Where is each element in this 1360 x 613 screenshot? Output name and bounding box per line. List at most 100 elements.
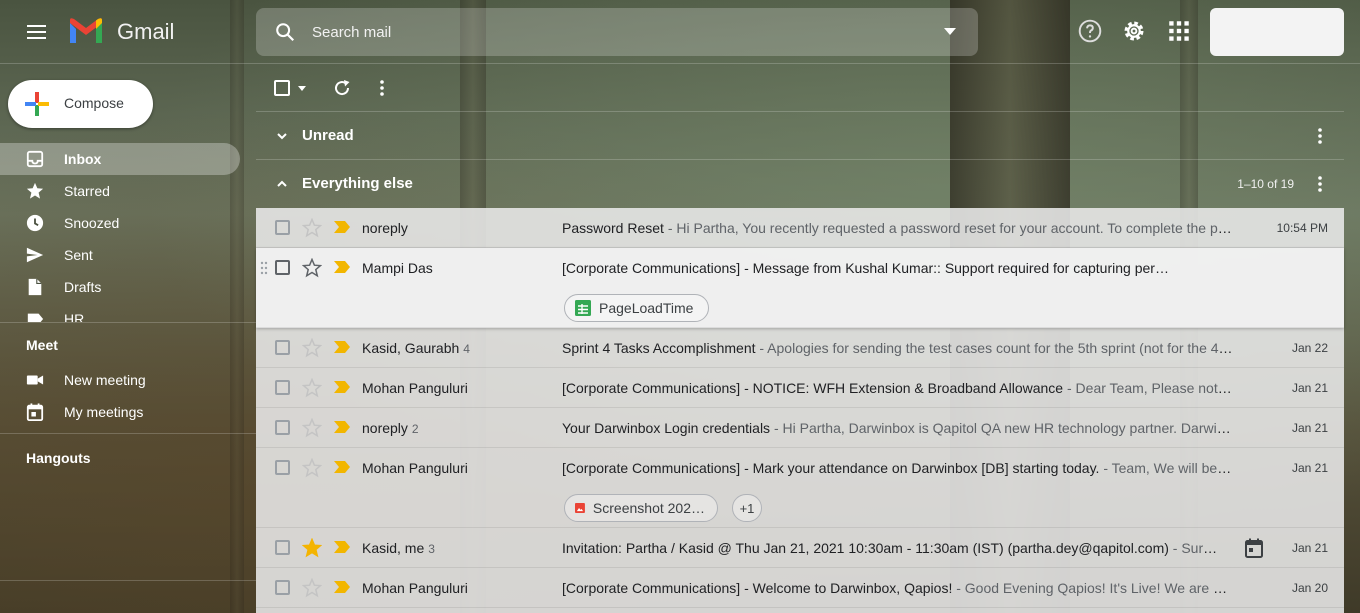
attachment-chip[interactable]: Screenshot 202… — [564, 494, 718, 522]
importance-marker-icon[interactable] — [334, 341, 350, 353]
select-options-chevron-icon[interactable] — [298, 86, 306, 91]
thread-count: 2 — [411, 422, 419, 436]
chevron-down-icon[interactable] — [276, 130, 288, 142]
select-all-checkbox[interactable] — [274, 80, 290, 96]
more-attachments-chip[interactable]: +1 — [732, 494, 762, 522]
email-content: [Corporate Communications] - NOTICE: WFH… — [562, 380, 1234, 396]
search-bar[interactable] — [256, 8, 978, 56]
importance-marker-icon[interactable] — [334, 261, 350, 273]
email-content: Password Reset - Hi Partha, You recently… — [562, 220, 1234, 236]
everything-else-section-header[interactable]: Everything else 1–10 of 19 — [256, 160, 1344, 208]
email-snippet: - Sure, see you then — [1172, 540, 1222, 556]
row-checkbox[interactable] — [275, 460, 290, 475]
star-outline-icon[interactable] — [302, 578, 322, 598]
email-content: [Corporate Communications] - Mark your a… — [562, 460, 1234, 476]
email-row[interactable]: noreply 2 Your Darwinbox Login credential… — [256, 408, 1344, 448]
refresh-icon[interactable] — [332, 78, 352, 98]
search-input[interactable] — [312, 18, 912, 46]
email-row[interactable]: Mohan Panguluri [Corporate Communication… — [256, 368, 1344, 408]
drag-handle-icon[interactable] — [260, 261, 268, 275]
importance-marker-icon[interactable] — [334, 221, 350, 233]
email-date: Jan 21 — [1291, 421, 1328, 435]
help-icon[interactable] — [1077, 18, 1103, 44]
section-more-icon[interactable] — [1310, 174, 1330, 194]
more-options-icon[interactable] — [372, 78, 392, 98]
email-sender: Mohan Panguluri — [362, 460, 468, 476]
sidebar-item-drafts[interactable]: Drafts — [0, 271, 240, 303]
star-outline-icon[interactable] — [302, 458, 322, 478]
email-snippet: - Apologies for sending the test cases c… — [755, 340, 1234, 356]
star-outline-icon[interactable] — [302, 218, 322, 238]
sidebar-item-starred[interactable]: Starred — [0, 175, 240, 207]
importance-marker-icon[interactable] — [334, 381, 350, 393]
app-brand: Gmail — [117, 19, 175, 44]
sidebar-item-label: Sent — [64, 247, 93, 263]
star-outline-icon[interactable] — [302, 338, 322, 358]
hangouts-section-title: Hangouts — [26, 450, 91, 466]
importance-marker-icon[interactable] — [334, 541, 350, 553]
star-outline-icon[interactable] — [302, 418, 322, 438]
email-sender: Mohan Panguluri — [362, 380, 468, 396]
chevron-up-icon[interactable] — [276, 178, 288, 190]
email-row[interactable]: Mampi Das [Corporate Communications] - M… — [256, 248, 1344, 328]
sidebar-item-label: Starred — [64, 183, 110, 199]
importance-marker-icon[interactable] — [334, 461, 350, 473]
search-icon[interactable] — [274, 21, 296, 43]
sidebar-divider — [0, 433, 256, 434]
email-content: [Corporate Communications] - Message fro… — [562, 260, 1172, 276]
email-content: Your Darwinbox Login credentials - Hi Pa… — [562, 420, 1234, 436]
sidebar-nav: Inbox Starred Snoozed Sent Drafts HR — [0, 143, 256, 323]
account-area[interactable] — [1210, 8, 1344, 56]
email-row[interactable]: noreply Password Reset - Hi Partha, You … — [256, 208, 1344, 248]
new-meeting-button[interactable]: New meeting — [0, 364, 240, 396]
email-date: Jan 21 — [1291, 461, 1328, 475]
importance-marker-icon[interactable] — [334, 421, 350, 433]
calendar-event-icon[interactable] — [1244, 538, 1264, 558]
attachment-chip[interactable]: PageLoadTime — [564, 294, 709, 322]
email-row[interactable]: Kasid, me 3 Invitation: Partha / Kasid @ … — [256, 528, 1344, 568]
video-icon — [26, 375, 44, 385]
meet-section-title: Meet — [26, 337, 58, 353]
section-title: Everything else — [302, 175, 413, 192]
row-checkbox[interactable] — [275, 540, 290, 555]
email-row[interactable]: Mohan Panguluri [Corporate Communication… — [256, 448, 1344, 528]
row-checkbox[interactable] — [275, 580, 290, 595]
star-outline-icon[interactable] — [302, 378, 322, 398]
sidebar-item-label: HR — [64, 311, 85, 323]
main-menu-button[interactable] — [16, 16, 56, 48]
star-outline-icon[interactable] — [302, 258, 322, 278]
settings-gear-icon[interactable] — [1121, 18, 1147, 44]
row-checkbox[interactable] — [275, 420, 290, 435]
unread-section-header[interactable]: Unread — [256, 112, 1344, 160]
email-date: 10:54 PM — [1276, 221, 1328, 235]
section-more-icon[interactable] — [1310, 126, 1330, 146]
email-row[interactable]: Mohan Panguluri [Corporate Communication… — [256, 568, 1344, 608]
gmail-logo-icon[interactable] — [68, 17, 104, 45]
row-checkbox[interactable] — [275, 260, 290, 275]
email-subject: Your Darwinbox Login credentials — [562, 420, 771, 436]
search-options-icon[interactable] — [944, 28, 956, 35]
email-sender: Kasid, Gaurabh 4 — [362, 340, 470, 356]
importance-marker-icon[interactable] — [334, 581, 350, 593]
row-checkbox[interactable] — [275, 340, 290, 355]
email-subject: [Corporate Communications] - Message fro… — [562, 260, 1172, 276]
apps-grid-icon[interactable] — [1166, 18, 1192, 44]
sidebar-item-snoozed[interactable]: Snoozed — [0, 207, 240, 239]
sidebar-item-label: Snoozed — [64, 215, 120, 231]
sidebar-divider — [0, 580, 256, 581]
my-meetings-button[interactable]: My meetings — [0, 396, 240, 428]
sidebar-item-hr[interactable]: HR — [0, 303, 240, 323]
email-row[interactable]: Kasid, Gaurabh 4 Sprint 4 Tasks Accomplis… — [256, 328, 1344, 368]
sidebar-item-sent[interactable]: Sent — [0, 239, 240, 271]
sidebar-item-inbox[interactable]: Inbox — [0, 143, 240, 175]
star-filled-icon[interactable] — [302, 538, 322, 558]
email-sender: Kasid, me 3 — [362, 540, 435, 556]
email-subject: [Corporate Communications] - Mark your a… — [562, 460, 1100, 476]
email-sender: Mohan Panguluri — [362, 580, 468, 596]
email-subject: [Corporate Communications] - NOTICE: WFH… — [562, 380, 1064, 396]
row-checkbox[interactable] — [275, 220, 290, 235]
compose-button[interactable]: Compose — [8, 80, 153, 128]
email-snippet: - Team, We will be tracking attendance — [1103, 460, 1234, 476]
mail-toolbar — [256, 64, 1344, 112]
row-checkbox[interactable] — [275, 380, 290, 395]
